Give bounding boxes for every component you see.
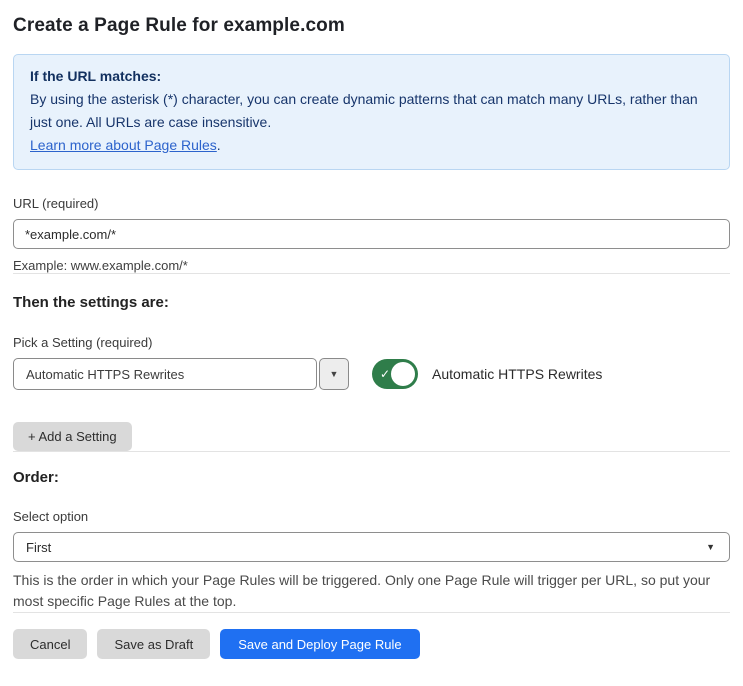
url-field-label: URL (required) bbox=[13, 196, 99, 211]
url-input[interactable] bbox=[13, 219, 730, 249]
chevron-down-icon: ▼ bbox=[329, 369, 339, 379]
toggle-label: Automatic HTTPS Rewrites bbox=[432, 366, 603, 382]
learn-more-link[interactable]: Learn more about Page Rules bbox=[30, 137, 217, 153]
link-period: . bbox=[216, 137, 221, 153]
order-select[interactable]: First ▼ bbox=[13, 532, 730, 562]
setting-row: Automatic HTTPS Rewrites ▼ ✓ Automatic H… bbox=[13, 358, 730, 390]
create-page-rule-panel: Create a Page Rule for example.com If th… bbox=[0, 0, 743, 686]
check-icon: ✓ bbox=[380, 367, 391, 381]
save-and-deploy-button[interactable]: Save and Deploy Page Rule bbox=[220, 629, 420, 659]
order-select-label: Select option bbox=[13, 509, 89, 524]
order-select-value: First bbox=[26, 539, 52, 555]
add-setting-button[interactable]: + Add a Setting bbox=[13, 422, 132, 451]
page-title: Create a Page Rule for example.com bbox=[13, 15, 345, 36]
order-section-heading: Order: bbox=[13, 469, 59, 486]
footer-actions: Cancel Save as Draft Save and Deploy Pag… bbox=[13, 629, 730, 659]
divider bbox=[13, 612, 730, 613]
chevron-down-icon: ▼ bbox=[706, 542, 715, 552]
settings-section-heading: Then the settings are: bbox=[13, 294, 169, 311]
divider bbox=[13, 451, 730, 452]
pick-setting-label: Pick a Setting (required) bbox=[13, 335, 153, 350]
setting-picker: Automatic HTTPS Rewrites ▼ bbox=[13, 358, 349, 390]
url-example-helper: Example: www.example.com/* bbox=[13, 258, 188, 273]
automatic-https-rewrites-toggle[interactable]: ✓ bbox=[372, 359, 418, 389]
info-box-link-line: Learn more about Page Rules. bbox=[30, 134, 713, 157]
divider bbox=[13, 273, 730, 274]
info-box-body: By using the asterisk (*) character, you… bbox=[30, 91, 698, 130]
setting-picker-value[interactable]: Automatic HTTPS Rewrites bbox=[13, 358, 317, 390]
toggle-knob bbox=[391, 362, 415, 386]
info-box-heading: If the URL matches: bbox=[30, 68, 162, 84]
setting-picker-dropdown-button[interactable]: ▼ bbox=[319, 358, 349, 390]
url-match-info-box: If the URL matches: By using the asteris… bbox=[13, 54, 730, 170]
order-helper-text: This is the order in which your Page Rul… bbox=[13, 572, 711, 609]
save-as-draft-button[interactable]: Save as Draft bbox=[97, 629, 211, 659]
cancel-button[interactable]: Cancel bbox=[13, 629, 88, 659]
